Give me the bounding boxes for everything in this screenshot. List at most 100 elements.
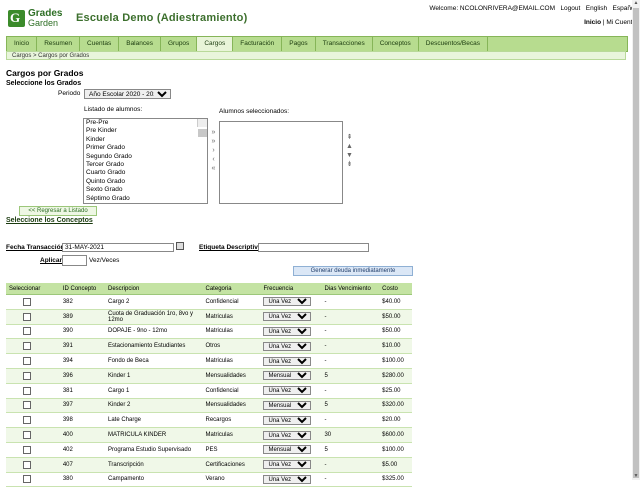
nav-item-pagos[interactable]: Pagos <box>282 37 316 51</box>
list-item[interactable]: Kinder <box>84 136 207 144</box>
scroll-down-icon[interactable]: ▼ <box>632 473 640 480</box>
dias-cell: - <box>321 383 380 399</box>
aplicar-input[interactable] <box>62 255 87 266</box>
freq-cell: Una Vez <box>260 338 322 355</box>
dias-cell: - <box>321 457 380 473</box>
dias-cell: - <box>321 309 380 325</box>
list-item[interactable]: Séptimo Grado <box>84 195 207 203</box>
id-cell: 397 <box>59 398 105 414</box>
desc-cell: Kinder 1 <box>104 368 203 384</box>
dias-cell: 5 <box>321 368 380 384</box>
column-header: ID Concepto <box>59 283 105 295</box>
dias-cell: - <box>321 338 380 355</box>
frecuencia-select[interactable]: Mensual <box>263 400 312 410</box>
english-link[interactable]: English <box>586 5 607 12</box>
seleccionados-listbox[interactable] <box>219 121 343 204</box>
list-item[interactable]: Pre-Pre <box>84 119 207 127</box>
frecuencia-select[interactable]: Una Vez <box>263 460 312 470</box>
remove-one-icon[interactable]: ‹ <box>209 155 218 164</box>
frecuencia-select[interactable]: Una Vez <box>263 356 312 366</box>
list-item[interactable]: Cuarto Grado <box>84 169 207 177</box>
id-cell: 381 <box>59 383 105 399</box>
select-checkbox[interactable] <box>23 386 31 395</box>
move-down-icon[interactable]: ▼ <box>345 151 354 160</box>
logout-link[interactable]: Logout <box>560 5 580 12</box>
inicio-link[interactable]: Inicio <box>584 19 601 26</box>
select-checkbox[interactable] <box>23 342 31 351</box>
frecuencia-select[interactable]: Una Vez <box>263 386 312 396</box>
frecuencia-select[interactable]: Mensual <box>263 445 312 455</box>
list-item[interactable]: Tercer Grado <box>84 161 207 169</box>
cat-cell: Recargos <box>202 412 261 429</box>
table-row: 400 MATRICULA KINDER Matriculas Una Vez 30 $6… <box>6 427 412 443</box>
add-one-icon[interactable]: › <box>209 146 218 155</box>
costo-cell: $25.00 <box>379 383 412 399</box>
listado-label: Listado de alumnos: <box>84 106 143 113</box>
grades-garden-logo[interactable]: G Grades Garden <box>8 8 68 30</box>
frecuencia-select[interactable]: Una Vez <box>263 297 312 307</box>
select-checkbox[interactable] <box>23 416 31 425</box>
select-checkbox[interactable] <box>23 431 31 440</box>
periodo-select[interactable]: Año Escolar 2020 - 2021 <box>84 89 171 99</box>
select-checkbox[interactable] <box>23 445 31 454</box>
nav-item-facturaci-n[interactable]: Facturación <box>233 37 283 51</box>
desc-cell: Estacionamiento Estudiantes <box>104 338 203 355</box>
generate-button[interactable]: Generar deuda inmediatamente <box>293 266 413 276</box>
select-checkbox[interactable] <box>23 460 31 469</box>
move-top-icon[interactable]: ⇞ <box>345 133 354 142</box>
frecuencia-select[interactable]: Una Vez <box>263 326 312 336</box>
add-all-icon[interactable]: » <box>209 128 218 137</box>
frecuencia-select[interactable]: Mensual <box>263 371 312 381</box>
fecha-input[interactable] <box>62 243 174 252</box>
frecuencia-select[interactable]: Una Vez <box>263 474 312 484</box>
nav-item-balances[interactable]: Balances <box>119 37 161 51</box>
freq-cell: Mensual <box>260 442 322 458</box>
nav-item-resumen[interactable]: Resumen <box>37 37 81 51</box>
frecuencia-select[interactable]: Una Vez <box>263 312 312 322</box>
scrollbar-thumb[interactable] <box>633 8 639 478</box>
nav-item-cuentas[interactable]: Cuentas <box>80 37 120 51</box>
frecuencia-select[interactable]: Una Vez <box>263 341 312 351</box>
desc-cell: Kinder 2 <box>104 398 203 414</box>
freq-cell: Una Vez <box>260 427 322 443</box>
seleccionados-label: Alumnos seleccionados: <box>219 108 290 115</box>
cat-cell: Matriculas <box>202 427 261 443</box>
select-checkbox[interactable] <box>23 475 31 484</box>
remove-all-icon[interactable]: « <box>209 164 218 173</box>
move-up-icon[interactable]: ▲ <box>345 142 354 151</box>
list-item[interactable]: Primer Grado <box>84 144 207 152</box>
section-conceptos-title[interactable]: Seleccione los Conceptos <box>6 217 93 224</box>
listbox-scrollbar[interactable] <box>197 119 207 138</box>
select-checkbox[interactable] <box>23 327 31 336</box>
nav-item-conceptos[interactable]: Conceptos <box>373 37 419 51</box>
scroll-up-icon[interactable]: ▲ <box>632 0 640 7</box>
frecuencia-select[interactable]: Una Vez <box>263 415 312 425</box>
select-checkbox[interactable] <box>23 357 31 366</box>
calendar-icon[interactable] <box>176 242 184 250</box>
select-checkbox[interactable] <box>23 401 31 410</box>
main-nav: Inicio Resumen Cuentas Balances Grupos Cargos… <box>6 36 628 52</box>
nav-item-cargos[interactable]: Cargos <box>197 37 234 51</box>
column-header: Frecuencia <box>260 283 322 295</box>
select-cell <box>6 472 60 487</box>
select-checkbox[interactable] <box>23 371 31 380</box>
list-item[interactable]: Sexto Grado <box>84 186 207 194</box>
list-item[interactable]: Pre Kinder <box>84 127 207 135</box>
back-button[interactable]: << Regresar a Listado <box>19 206 97 216</box>
add-all-icon-2[interactable]: » <box>209 137 218 146</box>
list-item[interactable]: Segundo Grado <box>84 153 207 161</box>
select-checkbox[interactable] <box>23 312 31 321</box>
frecuencia-select[interactable]: Una Vez <box>263 430 312 440</box>
header: G Grades Garden Escuela Demo (Adiestrami… <box>0 0 640 36</box>
nav-item-grupos[interactable]: Grupos <box>161 37 198 51</box>
nav-item-inicio[interactable]: Inicio <box>7 37 38 51</box>
page-scrollbar[interactable]: ▲ ▼ <box>632 0 640 480</box>
nav-item-transacciones[interactable]: Transacciones <box>316 37 373 51</box>
select-checkbox[interactable] <box>23 297 31 306</box>
nav-item-descuentos-becas[interactable]: Descuentos/Becas <box>419 37 488 51</box>
move-bottom-icon[interactable]: ⇟ <box>345 160 354 169</box>
costo-cell: $10.00 <box>379 338 412 355</box>
list-item[interactable]: Quinto Grado <box>84 178 207 186</box>
grados-listbox[interactable]: Pre-Pre Pre Kinder Kinder Primer Grado Segun… <box>83 118 208 204</box>
etiqueta-input[interactable] <box>258 243 369 252</box>
